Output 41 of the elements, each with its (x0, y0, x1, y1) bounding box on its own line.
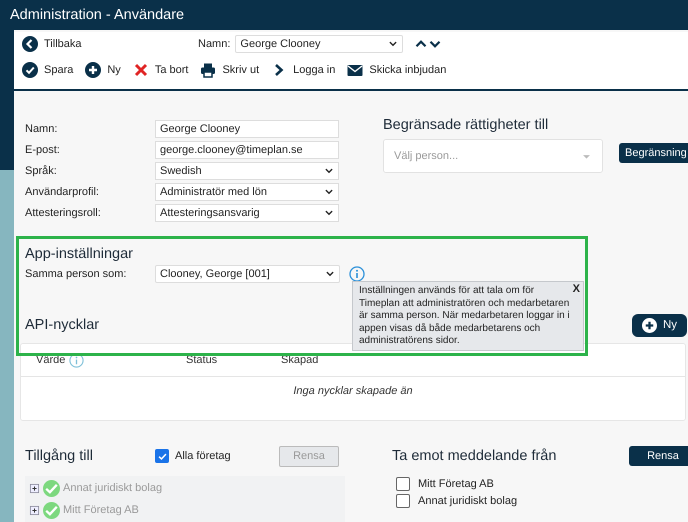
close-button[interactable]: X (572, 283, 580, 296)
toolbar-button[interactable]: Skicka inbjudan (347, 62, 446, 78)
section-heading: Ta emot meddelande från (392, 448, 556, 464)
same-person-dropdown[interactable]: Clooney, George [001] (155, 265, 340, 283)
column-header: Värde (36, 354, 66, 366)
column-header: Status (186, 354, 218, 366)
input-field[interactable]: george.clooney@timeplan.se (155, 141, 339, 159)
toolbar-button[interactable]: Skriv ut (200, 62, 260, 78)
input-field[interactable]: George Clooney (155, 120, 339, 138)
field-label: Attesteringsroll: (25, 207, 102, 219)
tooltip-text: Inställningen används för att tala om för Timeplan att administratören och medarbetaren är samma person. När medarbetaren loggar in i appen visas då både medarbetarens och administratörens sidor. (359, 285, 570, 346)
field-label: Användarprofil: (25, 186, 100, 198)
company-name: Mitt Företag AB (63, 504, 139, 516)
checkbox-label: Annat juridiskt bolag (418, 495, 518, 507)
toolbar-button[interactable]: Spara (22, 62, 74, 78)
field-label: Namn: (25, 123, 58, 135)
toolbar-button[interactable]: Ny (85, 62, 121, 78)
column-header: Skapad (281, 354, 318, 366)
dropdown[interactable]: Administratör med lön (155, 183, 339, 201)
section-heading: API-nycklar (25, 317, 100, 333)
dropdown[interactable]: Attesteringsansvarig (155, 204, 339, 222)
field-label: E-post: (25, 144, 61, 156)
toolbar-button[interactable]: Logga in (271, 62, 336, 78)
window-title: Administration - Användare (10, 7, 184, 23)
field-label: Samma person som: (25, 268, 128, 280)
checkbox-label: Alla företag (175, 450, 232, 462)
restriction-button[interactable]: Begränsning (619, 143, 688, 163)
section-heading: App-inställningar (25, 246, 134, 262)
field-label: Språk: (25, 165, 58, 177)
section-heading: Tillgång till (25, 448, 94, 464)
clear-button[interactable]: Rensa (629, 446, 688, 466)
empty-message: Inga nycklar skapade än (292, 384, 414, 397)
back-button[interactable]: Tillbaka (22, 36, 198, 52)
checkbox-label: Mitt Företag AB (418, 478, 494, 490)
section-heading: Begränsade rättigheter till (383, 117, 550, 133)
name-dropdown[interactable]: George Clooney (235, 35, 404, 53)
company-name: Annat juridiskt bolag (63, 482, 162, 494)
dropdown[interactable]: Swedish (155, 162, 339, 180)
name-label: Namn: (198, 38, 230, 50)
new-button[interactable]: Ny (632, 314, 687, 336)
toolbar-button[interactable]: Ta bort (132, 62, 188, 78)
